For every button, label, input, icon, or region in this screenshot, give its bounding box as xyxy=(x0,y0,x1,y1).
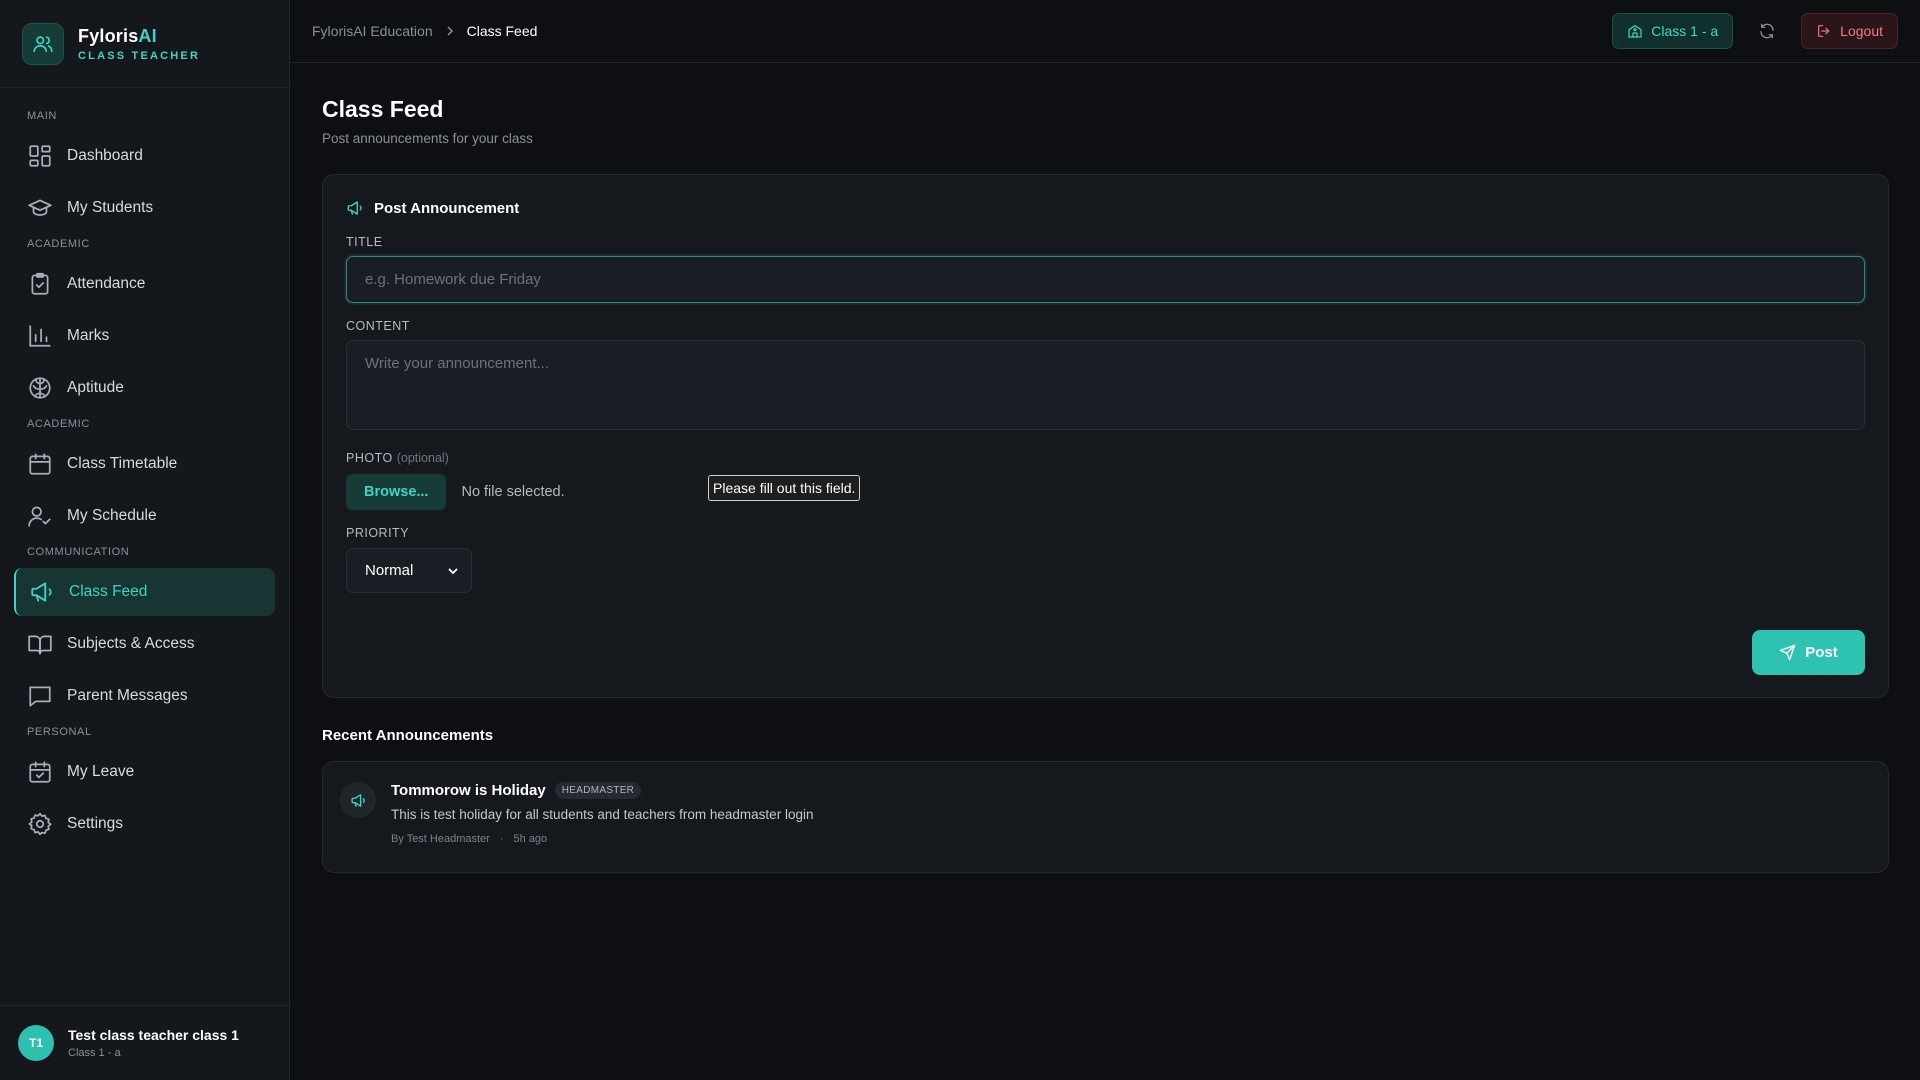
content-label: CONTENT xyxy=(346,319,410,333)
user-name: Test class teacher class 1 xyxy=(68,1027,239,1043)
brain-icon xyxy=(27,375,53,401)
sidebar-item-parent-messages[interactable]: Parent Messages xyxy=(14,672,275,720)
photo-label: PHOTO (optional) xyxy=(346,451,1865,465)
sidebar-item-label: My Leave xyxy=(67,763,135,780)
book-icon xyxy=(27,631,53,657)
brand-name: FylorisAI xyxy=(78,25,157,46)
photo-label-text: PHOTO xyxy=(346,451,393,465)
sidebar-item-my-students[interactable]: My Students xyxy=(14,184,275,232)
refresh-icon xyxy=(1758,22,1776,40)
brand-role: CLASS TEACHER xyxy=(78,49,201,62)
sidebar: FylorisAI CLASS TEACHER MAIN Dashboard M… xyxy=(0,0,290,1080)
megaphone-icon xyxy=(340,782,376,818)
announcement-text: This is test holiday for all students an… xyxy=(391,807,814,822)
post-label: Post xyxy=(1805,644,1838,661)
meta-separator: · xyxy=(499,833,504,845)
sidebar-item-label: Settings xyxy=(67,815,124,832)
bar-chart-icon xyxy=(27,323,53,349)
logout-icon xyxy=(1816,23,1832,39)
priority-value: Normal xyxy=(365,562,414,579)
page-subtitle: Post announcements for your class xyxy=(322,131,533,146)
post-button[interactable]: Post xyxy=(1752,630,1865,675)
calendar-check-icon xyxy=(27,759,53,785)
sidebar-item-label: Attendance xyxy=(67,275,146,292)
title-input[interactable] xyxy=(346,256,1865,303)
chevron-right-icon xyxy=(445,26,455,36)
topbar: FylorisAI Education Class Feed Class 1 -… xyxy=(290,0,1920,63)
nav-section-label: MAIN xyxy=(27,110,57,122)
users-icon xyxy=(22,22,64,65)
photo-optional-label: (optional) xyxy=(396,451,449,465)
logout-label: Logout xyxy=(1840,23,1883,39)
megaphone-icon xyxy=(29,579,55,605)
logout-button[interactable]: Logout xyxy=(1801,13,1898,49)
brand: FylorisAI CLASS TEACHER xyxy=(0,0,289,88)
sidebar-item-class-timetable[interactable]: Class Timetable xyxy=(14,440,275,488)
send-icon xyxy=(1779,644,1796,661)
clipboard-check-icon xyxy=(27,271,53,297)
user-profile[interactable]: T1 Test class teacher class 1 Class 1 - … xyxy=(0,1005,290,1080)
calendar-icon xyxy=(27,451,53,477)
priority-label: PRIORITY xyxy=(346,526,410,540)
recent-announcements-heading: Recent Announcements xyxy=(322,727,494,744)
nav-section-label: ACADEMIC xyxy=(27,238,90,250)
refresh-button[interactable] xyxy=(1747,13,1787,49)
sidebar-item-label: Subjects & Access xyxy=(67,635,195,652)
sidebar-nav: MAIN Dashboard My Students ACADEMIC Atte… xyxy=(0,88,289,848)
nav-section-label: PERSONAL xyxy=(27,726,92,738)
message-icon xyxy=(27,683,53,709)
sidebar-item-my-leave[interactable]: My Leave xyxy=(14,748,275,796)
graduation-cap-icon xyxy=(27,195,53,221)
sidebar-item-class-feed[interactable]: Class Feed xyxy=(14,568,275,616)
post-announcement-card: Post Announcement TITLE CONTENT PHOTO (o… xyxy=(322,174,1889,698)
sidebar-item-settings[interactable]: Settings xyxy=(14,800,275,848)
sidebar-item-label: My Students xyxy=(67,199,154,216)
breadcrumb: FylorisAI Education Class Feed xyxy=(290,23,537,39)
announcement-time: 5h ago xyxy=(513,833,548,845)
announcement-author: By Test Headmaster xyxy=(391,833,490,845)
main-content: Class Feed Post announcements for your c… xyxy=(322,63,1889,873)
gear-icon xyxy=(27,811,53,837)
class-selector-button[interactable]: Class 1 - a xyxy=(1612,13,1734,49)
sidebar-item-subjects-access[interactable]: Subjects & Access xyxy=(14,620,275,668)
user-check-icon xyxy=(27,503,53,529)
priority-select[interactable]: Normal xyxy=(346,548,472,593)
nav-section-label: COMMUNICATION xyxy=(27,546,130,558)
sidebar-item-label: Class Feed xyxy=(69,583,148,600)
announcement-meta: By Test Headmaster · 5h ago xyxy=(391,833,813,845)
sidebar-item-my-schedule[interactable]: My Schedule xyxy=(14,492,275,540)
photo-file-input: Browse... No file selected. xyxy=(346,474,1865,510)
sidebar-item-attendance[interactable]: Attendance xyxy=(14,260,275,308)
sidebar-item-label: Aptitude xyxy=(67,379,124,396)
school-icon xyxy=(1627,23,1643,39)
announcement-item[interactable]: Tommorow is Holiday HEADMASTER This is t… xyxy=(322,761,1889,873)
avatar: T1 xyxy=(18,1025,54,1061)
title-label: TITLE xyxy=(346,235,383,249)
announcement-title: Tommorow is Holiday xyxy=(391,782,546,799)
sidebar-item-label: Class Timetable xyxy=(67,455,178,472)
chevron-down-icon xyxy=(447,565,459,577)
sidebar-item-label: My Schedule xyxy=(67,507,157,524)
class-selector-label: Class 1 - a xyxy=(1651,23,1719,39)
file-status: No file selected. xyxy=(461,484,565,500)
nav-section-label: ACADEMIC xyxy=(27,418,90,430)
sidebar-item-label: Dashboard xyxy=(67,147,143,164)
content-textarea[interactable] xyxy=(346,340,1865,430)
sidebar-item-label: Marks xyxy=(67,327,110,344)
megaphone-icon xyxy=(346,199,364,217)
card-heading: Post Announcement xyxy=(346,197,1865,219)
validation-tooltip: Please fill out this field. xyxy=(708,475,861,501)
sidebar-item-label: Parent Messages xyxy=(67,687,188,704)
sidebar-item-aptitude[interactable]: Aptitude xyxy=(14,364,275,412)
breadcrumb-current: Class Feed xyxy=(466,23,538,39)
browse-button[interactable]: Browse... xyxy=(346,474,447,510)
sidebar-item-marks[interactable]: Marks xyxy=(14,312,275,360)
card-heading-label: Post Announcement xyxy=(374,199,520,217)
breadcrumb-root[interactable]: FylorisAI Education xyxy=(312,23,433,39)
dashboard-icon xyxy=(27,143,53,169)
author-role-badge: HEADMASTER xyxy=(554,782,642,799)
page-title: Class Feed xyxy=(322,96,444,122)
sidebar-item-dashboard[interactable]: Dashboard xyxy=(14,132,275,180)
user-class: Class 1 - a xyxy=(68,1047,121,1059)
